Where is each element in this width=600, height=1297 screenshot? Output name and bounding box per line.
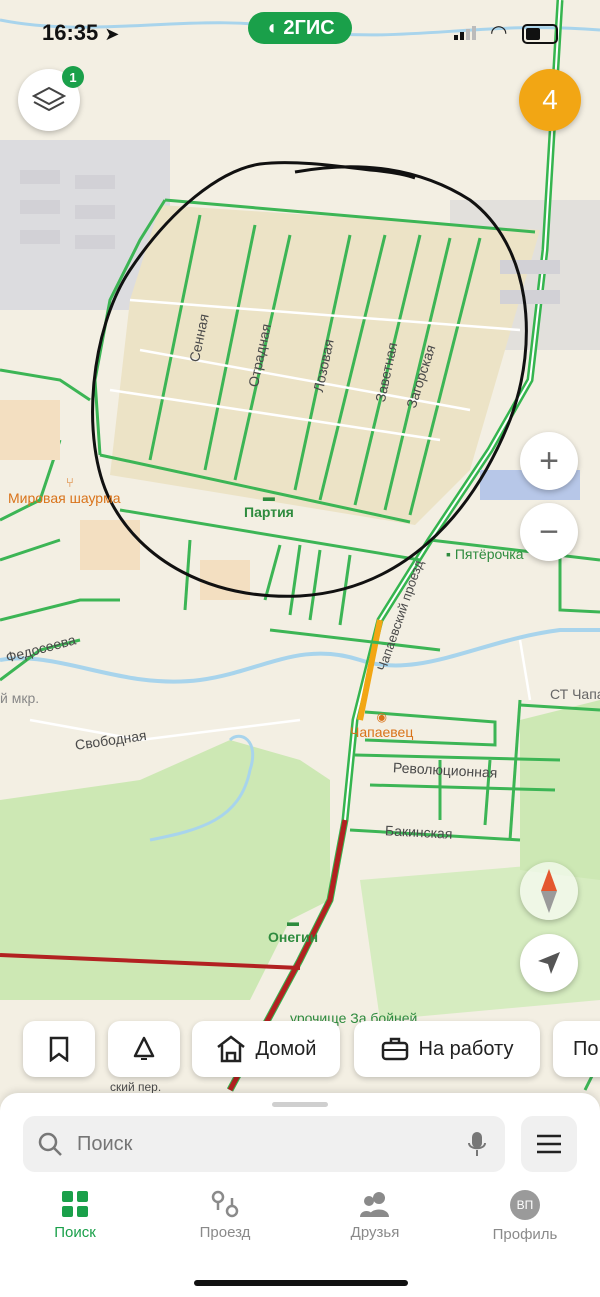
home-icon	[216, 1035, 245, 1063]
hamburger-icon	[537, 1134, 561, 1154]
wifi-icon: ◠	[490, 22, 508, 44]
food-icon: ◉	[376, 710, 387, 724]
more-shortcut-button[interactable]: По	[553, 1021, 600, 1077]
layers-icon	[32, 86, 66, 112]
compass-icon	[541, 869, 557, 913]
poi-partiya-label: Партия	[244, 504, 294, 520]
poi-onegin[interactable]: ▬ Онегин	[268, 915, 318, 945]
brand-logo-icon: ◖	[265, 16, 278, 39]
search-bar[interactable]	[23, 1116, 505, 1172]
tab-search[interactable]: Поиск	[15, 1190, 135, 1241]
my-location-button[interactable]	[520, 934, 578, 992]
shop-icon: ▪	[446, 546, 455, 562]
place-label-st-chapa: СТ Чапа	[550, 686, 600, 702]
poi-chapaevets[interactable]: ◉ Чапаевец	[350, 710, 413, 740]
grid-icon	[62, 1191, 88, 1217]
street-label-per: ский пер.	[110, 1080, 162, 1094]
sheet-drag-handle[interactable]	[272, 1102, 328, 1107]
status-time-text: 16:35	[42, 20, 99, 45]
poi-onegin-label: Онегин	[268, 929, 319, 945]
search-input[interactable]	[75, 1131, 439, 1157]
tab-profile-label: Профиль	[492, 1226, 558, 1243]
menu-button[interactable]	[521, 1116, 577, 1172]
tab-route[interactable]: Проезд	[165, 1190, 285, 1241]
hotel-icon: ▬	[287, 915, 300, 929]
location-arrow-icon: ➤	[104, 24, 120, 44]
home-indicator	[194, 1280, 408, 1286]
tab-friends-label: Друзья	[350, 1224, 400, 1241]
home-shortcut-button[interactable]: Домой	[192, 1021, 340, 1077]
cellular-signal-icon	[454, 26, 476, 40]
plus-icon: +	[539, 442, 559, 480]
bell-icon	[133, 1036, 155, 1060]
avatar-initials: ВП	[516, 1198, 534, 1212]
layers-badge: 1	[62, 66, 84, 88]
tab-profile[interactable]: ВП Профиль	[465, 1190, 585, 1243]
brand-label: 2ГИС	[283, 16, 335, 39]
poi-pyaterochka[interactable]: ▪ Пятёрочка	[446, 546, 523, 562]
friends-icon	[360, 1192, 389, 1217]
home-shortcut-label: Домой	[255, 1037, 317, 1060]
navigation-arrow-icon	[538, 952, 560, 974]
bookmarks-button[interactable]	[23, 1021, 95, 1077]
microphone-icon[interactable]	[467, 1130, 487, 1158]
hotel-icon: ▬	[262, 490, 275, 504]
more-shortcut-label: По	[573, 1037, 599, 1060]
tab-friends[interactable]: Друзья	[315, 1190, 435, 1241]
briefcase-icon	[381, 1037, 408, 1061]
battery-icon	[522, 24, 558, 44]
tab-search-label: Поиск	[54, 1224, 96, 1241]
route-icon	[211, 1190, 239, 1218]
traffic-score-button[interactable]: 4	[519, 69, 581, 131]
notifications-button[interactable]	[108, 1021, 180, 1077]
poi-mirovaya-label: Мировая шаурма	[8, 490, 121, 506]
work-shortcut-button[interactable]: На работу	[354, 1021, 540, 1077]
status-time: 16:35 ➤	[42, 20, 120, 46]
bookmark-icon	[49, 1036, 69, 1062]
poi-pyaterochka-label: Пятёрочка	[454, 546, 524, 562]
poi-chapaevets-label: Чапаевец	[350, 724, 414, 740]
district-label: й мкр.	[0, 690, 40, 706]
search-icon	[38, 1132, 62, 1156]
tab-route-label: Проезд	[199, 1224, 251, 1241]
poi-mirovaya-shaurma[interactable]: ⑂ Мировая шаурма	[8, 475, 121, 506]
app-brand-badge: ◖ 2ГИС	[248, 12, 352, 44]
zoom-in-button[interactable]: +	[520, 432, 578, 490]
compass-button[interactable]	[520, 862, 578, 920]
zoom-out-button[interactable]: −	[520, 503, 578, 561]
restaurant-icon: ⑂	[66, 475, 74, 490]
avatar: ВП	[510, 1190, 540, 1220]
poi-partiya[interactable]: ▬ Партия	[244, 490, 294, 520]
minus-icon: −	[539, 513, 559, 551]
work-shortcut-label: На работу	[418, 1037, 514, 1060]
